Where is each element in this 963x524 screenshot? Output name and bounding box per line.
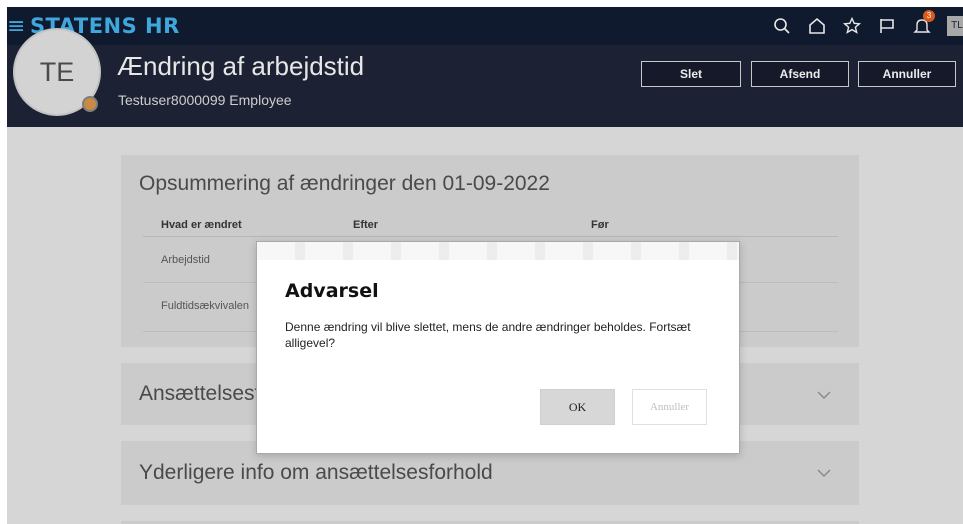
- ok-button[interactable]: OK: [540, 389, 615, 425]
- table-header-divider: [143, 236, 838, 237]
- app-window: ≡ STATENS HR 3 TL Ændring af arbejdstid: [7, 7, 963, 524]
- table-row-label: Arbejdstid: [161, 254, 210, 266]
- search-icon[interactable]: [772, 16, 792, 36]
- toolbar-icons: 3 TL: [772, 7, 963, 45]
- send-button[interactable]: Afsend: [751, 61, 849, 87]
- dialog-message: Denne ændring vil blive slettet, mens de…: [285, 320, 691, 350]
- dialog-cancel-button[interactable]: Annuller: [632, 389, 707, 425]
- page-title: Ændring af arbejdstid: [117, 51, 365, 81]
- bell-icon[interactable]: 3: [912, 10, 935, 36]
- chevron-down-icon[interactable]: [817, 387, 831, 405]
- employee-name: Testuser8000099 Employee: [118, 92, 292, 108]
- page-header: Ændring af arbejdstid Testuser8000099 Em…: [7, 45, 963, 127]
- top-bar: ≡ STATENS HR 3 TL: [7, 7, 963, 45]
- home-icon[interactable]: [807, 16, 827, 36]
- summary-title: Opsummering af ændringer den 01-09-2022: [139, 172, 550, 195]
- column-header-after: Efter: [353, 219, 379, 231]
- column-header-changed: Hvad er ændret: [161, 219, 242, 231]
- table-row-label: Fuldtidsækvivalen: [161, 300, 250, 312]
- dialog-drag-handle[interactable]: [257, 242, 739, 260]
- star-icon[interactable]: [842, 16, 862, 36]
- section-title: Yderligere info om ansættelsesforhold: [139, 461, 493, 484]
- delete-button[interactable]: Slet: [641, 61, 741, 87]
- hamburger-icon[interactable]: ≡: [7, 14, 26, 39]
- user-menu[interactable]: TL: [947, 16, 963, 36]
- notification-badge: 3: [923, 10, 935, 22]
- dialog-title: Advarsel: [285, 280, 379, 302]
- column-header-before: Før: [591, 219, 609, 231]
- warning-dialog: Advarsel Denne ændring vil blive slettet…: [256, 241, 740, 454]
- section-title: Ansættelsesf: [139, 382, 261, 405]
- flag-icon[interactable]: [877, 16, 897, 36]
- cancel-button[interactable]: Annuller: [858, 61, 956, 87]
- avatar-status-icon: [82, 96, 98, 112]
- chevron-down-icon[interactable]: [817, 465, 831, 483]
